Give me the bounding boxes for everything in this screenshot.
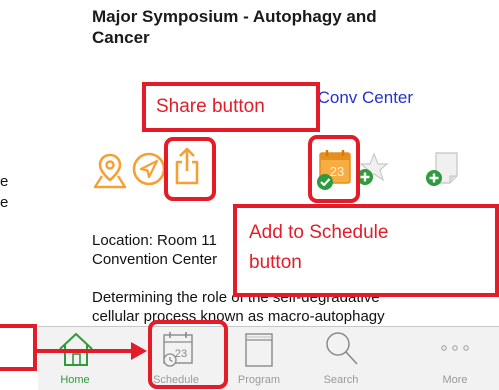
program-icon bbox=[242, 331, 276, 369]
tab-more[interactable]: More bbox=[420, 327, 490, 389]
tab-search[interactable]: Search bbox=[306, 327, 376, 389]
location-text-line1: Location: Room 11 bbox=[92, 232, 217, 249]
add-to-schedule-callout-line2: button bbox=[249, 252, 302, 273]
add-to-schedule-highlight bbox=[308, 135, 360, 203]
search-icon bbox=[324, 330, 360, 368]
tab-program[interactable]: Program bbox=[224, 327, 294, 389]
share-button-callout: Share button bbox=[142, 82, 320, 132]
cropped-callout-box bbox=[0, 324, 37, 371]
location-text-line2: Convention Center bbox=[92, 251, 218, 268]
tab-more-label: More bbox=[442, 374, 468, 386]
more-icon bbox=[439, 341, 471, 355]
cropped-text-1: e bbox=[0, 173, 9, 190]
navigate-icon[interactable] bbox=[132, 152, 166, 186]
cropped-text-2: e bbox=[0, 194, 9, 211]
tab-program-label: Program bbox=[237, 374, 281, 386]
share-icon-highlight bbox=[164, 137, 216, 201]
session-title: Major Symposium - Autophagy and Cancer bbox=[92, 7, 377, 47]
add-to-schedule-callout: Add to Schedule button bbox=[233, 204, 499, 297]
schedule-tab-highlight bbox=[148, 320, 228, 389]
arrow-to-schedule-tab bbox=[33, 340, 149, 367]
description-line2: cellular process known as macro-autophag… bbox=[92, 308, 385, 325]
tab-search-label: Search bbox=[323, 374, 359, 386]
add-note-icon[interactable] bbox=[425, 150, 459, 188]
tab-home-label: Home bbox=[60, 374, 90, 386]
add-to-schedule-callout-line1: Add to Schedule bbox=[249, 222, 389, 243]
map-pin-icon[interactable] bbox=[93, 151, 127, 189]
favorite-star-icon[interactable] bbox=[356, 152, 390, 186]
